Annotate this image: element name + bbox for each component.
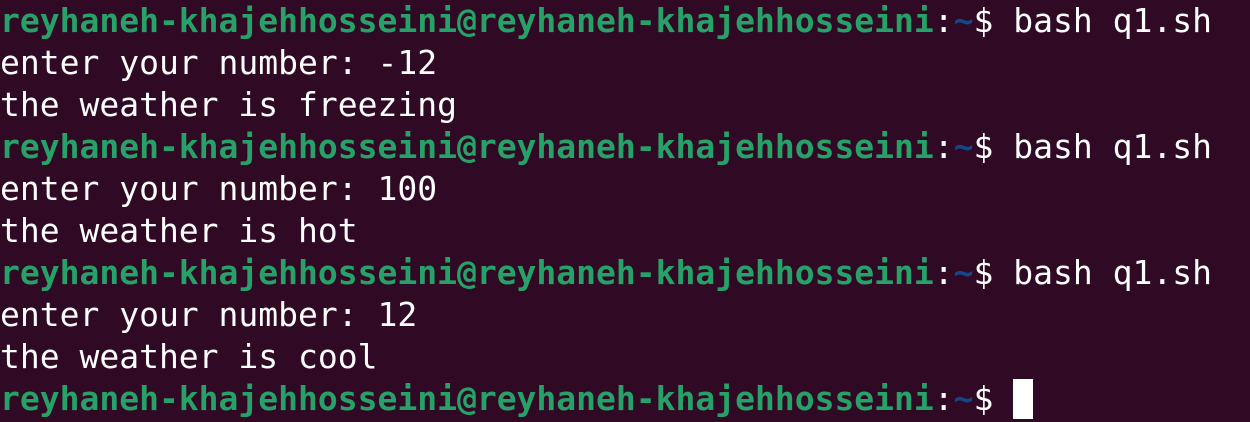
command-text: bash q1.sh <box>1013 127 1212 166</box>
prompt-symbol: $ <box>973 127 1014 166</box>
prompt-colon: : <box>933 253 954 292</box>
output-line: enter your number: 100 <box>0 169 438 208</box>
output-line: the weather is cool <box>0 337 378 376</box>
prompt-symbol: $ <box>973 253 1014 292</box>
current-directory: ~ <box>953 127 974 166</box>
output-line: enter your number: 12 <box>0 295 418 334</box>
output-line: enter your number: -12 <box>0 43 438 82</box>
prompt-symbol: $ <box>973 1 1014 40</box>
user-host: reyhaneh-khajehhosseini@reyhaneh-khajehh… <box>0 253 934 292</box>
output-line: the weather is freezing <box>0 85 457 124</box>
prompt-colon: : <box>933 379 954 418</box>
active-prompt-line[interactable]: reyhaneh-khajehhosseini@reyhaneh-khajehh… <box>0 378 1250 420</box>
prompt-line: reyhaneh-khajehhosseini@reyhaneh-khajehh… <box>0 0 1250 42</box>
current-directory: ~ <box>953 1 974 40</box>
output-line: the weather is hot <box>0 211 358 250</box>
current-directory: ~ <box>953 253 974 292</box>
prompt-line: reyhaneh-khajehhosseini@reyhaneh-khajehh… <box>0 252 1250 294</box>
prompt-symbol: $ <box>973 379 1014 418</box>
user-host: reyhaneh-khajehhosseini@reyhaneh-khajehh… <box>0 127 934 166</box>
prompt-colon: : <box>933 127 954 166</box>
user-host: reyhaneh-khajehhosseini@reyhaneh-khajehh… <box>0 1 934 40</box>
command-text: bash q1.sh <box>1013 253 1212 292</box>
user-host: reyhaneh-khajehhosseini@reyhaneh-khajehh… <box>0 379 934 418</box>
prompt-line: reyhaneh-khajehhosseini@reyhaneh-khajehh… <box>0 126 1250 168</box>
prompt-colon: : <box>933 1 954 40</box>
command-text: bash q1.sh <box>1013 1 1212 40</box>
text-cursor[interactable] <box>1013 379 1034 419</box>
terminal-window[interactable]: reyhaneh-khajehhosseini@reyhaneh-khajehh… <box>0 0 1250 422</box>
current-directory: ~ <box>953 379 974 418</box>
